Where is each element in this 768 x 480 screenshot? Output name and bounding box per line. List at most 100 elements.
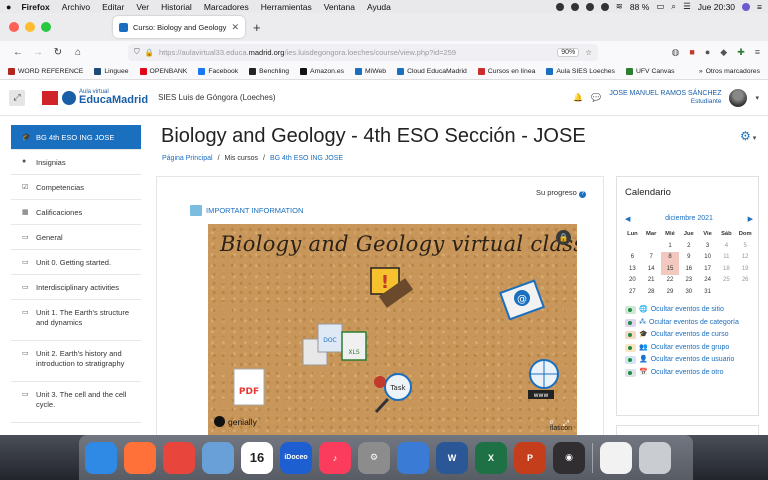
calendar-day[interactable]: 13 bbox=[623, 264, 642, 276]
home-icon[interactable]: ⌂ bbox=[68, 47, 88, 58]
sidebar-item[interactable]: ▭ Unit 1. The Earth's structure and dynam… bbox=[11, 300, 141, 341]
bookmark-item[interactable]: OPENBANK bbox=[139, 67, 187, 75]
document-icon[interactable] bbox=[600, 441, 632, 474]
sidebar-item[interactable]: ● Insignias bbox=[11, 150, 141, 175]
back-arrow-icon[interactable]: ← bbox=[8, 47, 28, 58]
genially-embed[interactable]: Biology and Geology virtual class 🔒 ! @ … bbox=[208, 224, 577, 435]
zoom-window-button[interactable] bbox=[41, 22, 51, 32]
calendar-day[interactable]: 28 bbox=[642, 287, 661, 299]
educamadrid-logo[interactable]: Aula virtual EducaMadrid bbox=[42, 89, 148, 106]
calendar-day[interactable]: 25 bbox=[717, 275, 736, 287]
wifi-icon[interactable]: ≋ bbox=[616, 1, 623, 12]
menu-marcadores[interactable]: Marcadores bbox=[204, 2, 249, 12]
pocket-icon[interactable]: ◍ bbox=[672, 47, 680, 58]
preview-icon[interactable] bbox=[202, 441, 234, 474]
menu-ventana[interactable]: Ventana bbox=[324, 2, 355, 12]
bookmark-star-icon[interactable]: ☆ bbox=[585, 48, 592, 57]
status-icon[interactable] bbox=[555, 2, 564, 11]
sidebar-item[interactable]: ▭ Unit 3. The cell and the cell cycle. bbox=[11, 382, 141, 423]
calendar-day[interactable]: 26 bbox=[736, 275, 755, 287]
bookmark-item[interactable]: Benchling bbox=[249, 67, 289, 75]
calendar-icon[interactable]: 16 bbox=[241, 441, 273, 474]
extension-icon[interactable]: ■ bbox=[689, 47, 694, 58]
calendar-day[interactable]: 3 bbox=[698, 241, 717, 253]
calendar-day[interactable]: 15 bbox=[660, 263, 680, 275]
breadcrumb-course[interactable]: BG 4th ESO ING JOSE bbox=[270, 155, 343, 162]
calendar-day[interactable]: 16 bbox=[679, 264, 698, 276]
calendar-day[interactable]: 7 bbox=[642, 252, 661, 264]
bookmark-item[interactable]: Facebook bbox=[198, 67, 238, 75]
menu-archivo[interactable]: Archivo bbox=[62, 2, 90, 12]
lock-icon[interactable]: 🔒 bbox=[145, 48, 154, 57]
control-center-icon[interactable]: ☰ bbox=[683, 1, 691, 12]
finder-icon[interactable] bbox=[85, 441, 117, 474]
battery-percent[interactable]: 88 % bbox=[630, 2, 649, 12]
sidebar-item[interactable]: ☑ Competencias bbox=[11, 175, 141, 200]
menu-editar[interactable]: Editar bbox=[102, 2, 124, 12]
calendar-day[interactable]: 2 bbox=[679, 241, 698, 253]
expand-drawer-icon[interactable]: ⤢ bbox=[9, 89, 25, 106]
sidebar-item[interactable]: ▭ Interdisciplinary activities bbox=[11, 275, 141, 300]
tab-course[interactable]: Curso: Biology and Geology - 4... ✕ bbox=[113, 16, 245, 38]
search-icon[interactable]: ⌕ bbox=[671, 1, 676, 12]
chevron-down-icon[interactable]: ▾ bbox=[755, 94, 759, 102]
calendar-day[interactable]: 21 bbox=[642, 275, 661, 287]
url-bar[interactable]: ⛉ 🔒 https://aulavirtual33.educa.madrid.o… bbox=[128, 43, 598, 61]
apple-icon[interactable]: ● bbox=[6, 2, 11, 12]
new-tab-button[interactable]: + bbox=[253, 20, 261, 35]
calendar-day[interactable]: 18 bbox=[717, 264, 736, 276]
reload-icon[interactable]: ↻ bbox=[48, 47, 68, 58]
system-preferences-icon[interactable]: ⚙ bbox=[358, 441, 390, 474]
sidebar-item[interactable]: ▭ General bbox=[11, 225, 141, 250]
calendar-day[interactable]: 31 bbox=[698, 287, 717, 299]
bookmark-item[interactable]: WORD REFERENCE bbox=[8, 67, 83, 75]
music-icon[interactable]: ♪ bbox=[319, 441, 351, 474]
menu-herramientas[interactable]: Herramientas bbox=[261, 2, 312, 12]
powerpoint-icon[interactable]: P bbox=[514, 441, 546, 474]
siri-icon[interactable] bbox=[742, 2, 751, 11]
chrome-icon[interactable] bbox=[163, 441, 195, 474]
clock[interactable]: Jue 20:30 bbox=[698, 2, 735, 12]
shield-icon[interactable]: ⛉ bbox=[134, 47, 140, 57]
close-window-button[interactable] bbox=[9, 22, 19, 32]
calendar-filter-link[interactable]: 🎓 Ocultar eventos de curso bbox=[625, 330, 755, 340]
calendar-day[interactable]: 4 bbox=[717, 241, 736, 253]
zoom-level[interactable]: 90% bbox=[557, 47, 580, 57]
calendar-day[interactable]: 27 bbox=[623, 287, 642, 299]
firefox-icon[interactable] bbox=[124, 441, 156, 474]
calendar-filter-link[interactable]: 👥 Ocultar eventos de grupo bbox=[625, 343, 755, 352]
calendar-month[interactable]: diciembre 2021 bbox=[665, 215, 713, 223]
calendar-day[interactable]: 29 bbox=[661, 287, 680, 299]
calendar-filter-link[interactable]: 👤 Ocultar eventos de usuario bbox=[625, 355, 755, 365]
status-icon[interactable] bbox=[585, 2, 594, 11]
calendar-day[interactable]: 5 bbox=[736, 241, 755, 253]
battery-icon[interactable]: ▭ bbox=[656, 1, 664, 12]
calendar-day[interactable]: 23 bbox=[679, 275, 698, 287]
minimize-window-button[interactable] bbox=[25, 22, 35, 32]
breadcrumb-mycourses[interactable]: Mis cursos bbox=[225, 155, 258, 162]
chat-icon[interactable]: 💬 bbox=[591, 93, 601, 102]
calendar-day[interactable]: 1 bbox=[661, 241, 680, 253]
prev-month-icon[interactable]: ◀ bbox=[625, 215, 630, 223]
user-menu[interactable]: JOSE MANUEL RAMOS SÁNCHEZ Estudiante bbox=[609, 90, 721, 106]
calendar-filter-link[interactable]: 📅 Ocultar eventos de otro bbox=[625, 368, 755, 377]
calendar-day[interactable]: 6 bbox=[623, 252, 642, 264]
bookmark-item[interactable]: Amazon.es bbox=[300, 67, 344, 75]
status-icon[interactable] bbox=[570, 2, 579, 11]
obs-icon[interactable]: ◉ bbox=[553, 441, 585, 474]
idoceo-icon[interactable]: iDoceo bbox=[280, 441, 312, 474]
calendar-day[interactable]: 9 bbox=[679, 252, 698, 264]
sidebar-item[interactable]: ▦ Calificaciones bbox=[11, 200, 141, 225]
calendar-day[interactable]: 8 bbox=[660, 252, 680, 264]
close-tab-icon[interactable]: ✕ bbox=[231, 22, 239, 33]
archive-icon[interactable] bbox=[397, 441, 429, 474]
calendar-filter-link[interactable]: ⁂ Ocultar eventos de categoría bbox=[625, 318, 755, 327]
sidebar-item[interactable]: 🎓 BG 4th ESO ING JOSE bbox=[11, 125, 141, 150]
menu-historial[interactable]: Historial bbox=[161, 2, 192, 12]
extension-icon[interactable]: ● bbox=[705, 47, 710, 58]
calendar-day[interactable]: 30 bbox=[679, 287, 698, 299]
bookmark-item[interactable]: Cursos en línea bbox=[477, 67, 535, 75]
bookmark-item[interactable]: Cloud EducaMadrid bbox=[397, 67, 467, 75]
menu-ver[interactable]: Ver bbox=[136, 2, 149, 12]
calendar-day[interactable]: 19 bbox=[736, 264, 755, 276]
